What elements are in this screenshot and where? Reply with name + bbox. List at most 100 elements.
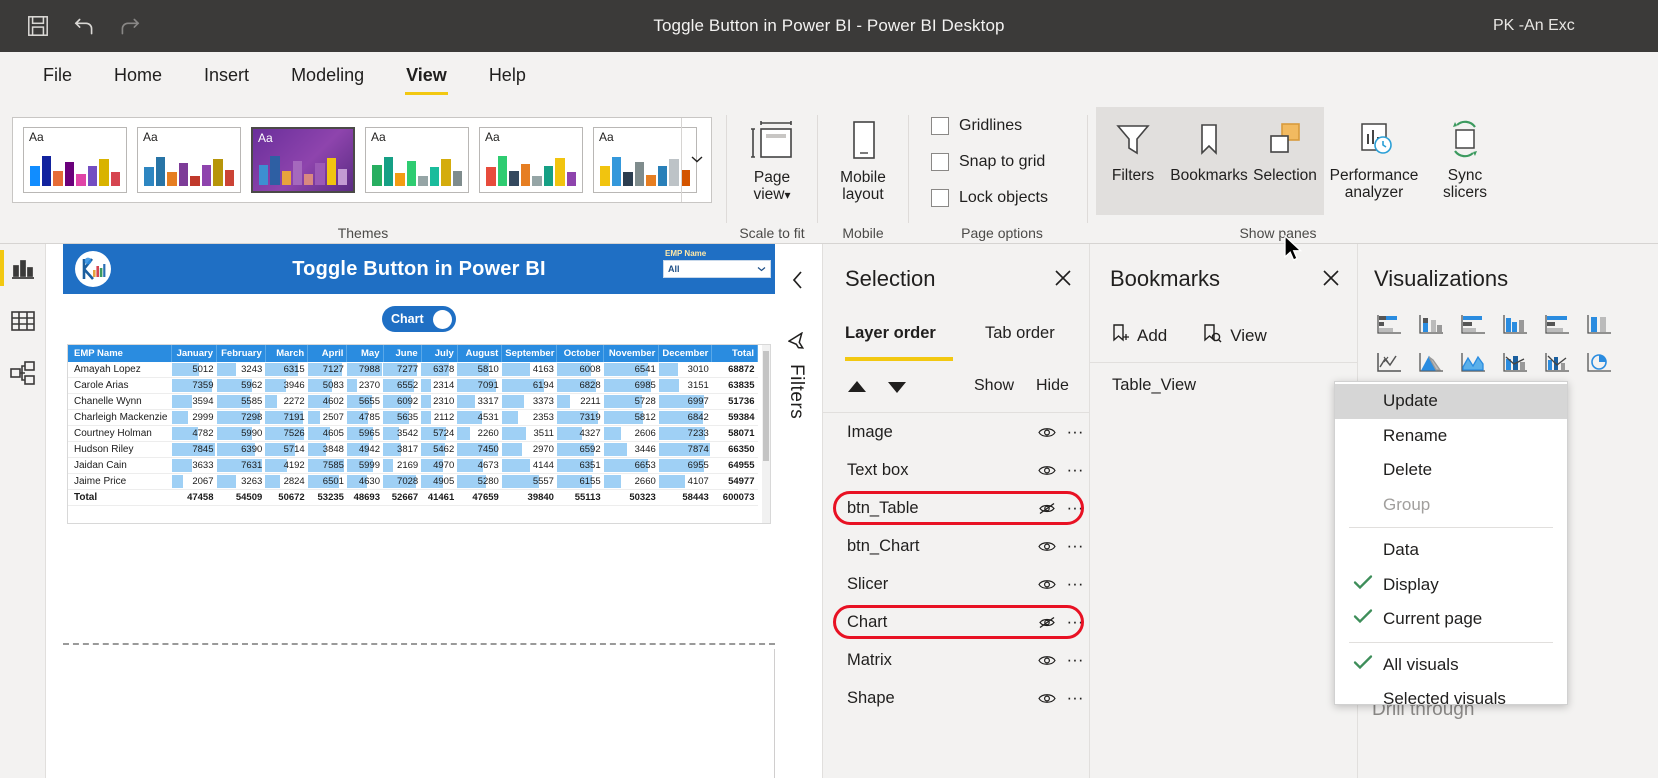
save-icon[interactable] — [25, 13, 51, 39]
tab-view[interactable]: View — [385, 59, 468, 96]
theme-card-1[interactable]: Aa — [23, 127, 127, 193]
theme-card-3-selected[interactable]: Aa — [251, 127, 355, 193]
hide-all-button[interactable]: Hide — [1036, 377, 1069, 395]
table-col-header[interactable]: January — [171, 345, 217, 362]
checkbox-box[interactable] — [931, 153, 949, 171]
tab-help[interactable]: Help — [468, 59, 547, 96]
close-icon[interactable] — [1321, 268, 1341, 293]
checkbox-lock-objects[interactable]: Lock objects — [931, 189, 1048, 207]
context-menu-item[interactable]: Delete — [1335, 453, 1567, 488]
line-chart-icon[interactable] — [1368, 344, 1410, 380]
theme-card-2[interactable]: Aa — [137, 127, 241, 193]
theme-card-4[interactable]: Aa — [365, 127, 469, 193]
sort-up-icon[interactable] — [845, 378, 869, 401]
table-col-header[interactable]: September — [501, 345, 558, 362]
selection-list-item[interactable]: Chart ··· — [823, 603, 1090, 641]
table-col-header[interactable]: August — [457, 345, 503, 362]
themes-gallery[interactable]: Aa Aa Aa Aa Aa Aa — [12, 117, 712, 203]
emp-name-slicer[interactable]: EMP Name All — [663, 249, 771, 278]
filters-collapsed-rail[interactable]: Filters — [775, 244, 823, 778]
context-menu-item[interactable]: Update — [1335, 384, 1567, 419]
context-menu-item[interactable]: Current page — [1335, 602, 1567, 637]
account-label[interactable]: PK -An Exc — [1493, 0, 1658, 52]
table-col-header[interactable]: February — [216, 345, 266, 362]
close-icon[interactable] — [1053, 268, 1073, 293]
tab-home[interactable]: Home — [93, 59, 183, 96]
bookmark-item-table-view[interactable]: Table_View — [1090, 368, 1358, 402]
view-bookmarks-button[interactable]: View — [1201, 322, 1267, 349]
context-menu-item[interactable]: Display — [1335, 568, 1567, 603]
checkbox-gridlines[interactable]: Gridlines — [931, 117, 1022, 135]
toggle-knob[interactable] — [433, 309, 452, 329]
undo-icon[interactable] — [71, 13, 97, 39]
checkbox-snap-to-grid[interactable]: Snap to grid — [931, 153, 1045, 171]
selection-list-item[interactable]: Matrix ··· — [823, 641, 1090, 679]
eye-visible-icon[interactable] — [1034, 578, 1060, 591]
selection-list-item[interactable]: Shape ··· — [823, 679, 1090, 717]
more-options-icon[interactable]: ··· — [1060, 498, 1090, 518]
sidebar-item-model-view[interactable] — [8, 358, 38, 388]
performance-analyzer-button[interactable]: Performance analyzer — [1324, 113, 1424, 202]
table-col-header[interactable]: March — [265, 345, 309, 362]
checkbox-box[interactable] — [931, 189, 949, 207]
bookmark-context-menu[interactable]: Update Rename Delete Group Data Display Curren… — [1334, 381, 1568, 708]
filters-pane-button[interactable]: Filters — [1096, 113, 1170, 184]
filter-icon[interactable] — [787, 331, 810, 357]
more-options-icon[interactable]: ··· — [1060, 574, 1090, 594]
sort-down-icon[interactable] — [885, 378, 909, 401]
redo-icon[interactable] — [117, 13, 143, 39]
chart-toggle-button[interactable]: Chart — [382, 306, 456, 332]
sync-slicers-button[interactable]: Sync slicers — [1428, 113, 1502, 202]
more-options-icon[interactable]: ··· — [1060, 422, 1090, 442]
line-stacked-column-chart-icon[interactable] — [1494, 344, 1536, 380]
100-stacked-column-chart-icon[interactable] — [1578, 306, 1620, 342]
context-menu-item[interactable]: Rename — [1335, 419, 1567, 454]
tab-file[interactable]: File — [22, 59, 93, 96]
report-page[interactable]: Toggle Button in Power BI EMP Name All C… — [63, 244, 775, 649]
show-all-button[interactable]: Show — [974, 377, 1014, 395]
clustered-column-chart-icon[interactable] — [1494, 306, 1536, 342]
table-col-header[interactable]: December — [658, 345, 713, 362]
report-canvas[interactable]: Toggle Button in Power BI EMP Name All C… — [46, 244, 775, 778]
eye-visible-icon[interactable] — [1034, 426, 1060, 439]
more-options-icon[interactable]: ··· — [1060, 688, 1090, 708]
100-stacked-bar-chart-icon[interactable] — [1536, 306, 1578, 342]
more-options-icon[interactable]: ··· — [1060, 650, 1090, 670]
line-clustered-column-chart-icon[interactable] — [1536, 344, 1578, 380]
chevron-left-icon[interactable] — [788, 268, 808, 297]
eye-visible-icon[interactable] — [1034, 540, 1060, 553]
themes-expand-button[interactable] — [681, 118, 711, 202]
eye-visible-icon[interactable] — [1034, 464, 1060, 477]
selection-list-item[interactable]: btn_Chart ··· — [823, 527, 1090, 565]
table-col-header[interactable]: October — [556, 345, 605, 362]
sidebar-item-data-view[interactable] — [8, 306, 38, 336]
checkbox-box[interactable] — [931, 117, 949, 135]
eye-hidden-icon[interactable] — [1034, 616, 1060, 629]
table-col-header[interactable]: June — [383, 345, 422, 362]
slicer-dropdown[interactable]: All — [663, 260, 771, 278]
selection-list-item[interactable]: Text box ··· — [823, 451, 1090, 489]
page-view-button[interactable]: Page view▾ — [729, 113, 815, 204]
context-menu-item[interactable]: Selected visuals — [1335, 682, 1567, 717]
scrollbar-thumb[interactable] — [763, 351, 769, 461]
table-col-header[interactable]: April — [307, 345, 348, 362]
more-options-icon[interactable]: ··· — [1060, 612, 1090, 632]
eye-hidden-icon[interactable] — [1034, 502, 1060, 515]
selection-list-item[interactable]: btn_Table ··· — [823, 489, 1090, 527]
sidebar-item-report-view[interactable] — [8, 254, 38, 284]
eye-visible-icon[interactable] — [1034, 692, 1060, 705]
table-col-header[interactable]: May — [346, 345, 384, 362]
more-options-icon[interactable]: ··· — [1060, 460, 1090, 480]
more-options-icon[interactable]: ··· — [1060, 536, 1090, 556]
stacked-bar-chart-icon[interactable] — [1368, 306, 1410, 342]
context-menu-item[interactable]: Data — [1335, 533, 1567, 568]
area-chart-icon[interactable] — [1410, 344, 1452, 380]
table-visual[interactable]: EMP Name January February March April May June… — [67, 344, 771, 524]
add-bookmark-button[interactable]: Add — [1110, 322, 1167, 349]
ribbon-chart-icon[interactable] — [1578, 344, 1620, 380]
table-col-header[interactable]: July — [421, 345, 458, 362]
eye-visible-icon[interactable] — [1034, 654, 1060, 667]
table-vertical-scrollbar[interactable] — [762, 345, 770, 523]
context-menu-item[interactable]: All visuals — [1335, 648, 1567, 683]
selection-list-item[interactable]: Slicer ··· — [823, 565, 1090, 603]
